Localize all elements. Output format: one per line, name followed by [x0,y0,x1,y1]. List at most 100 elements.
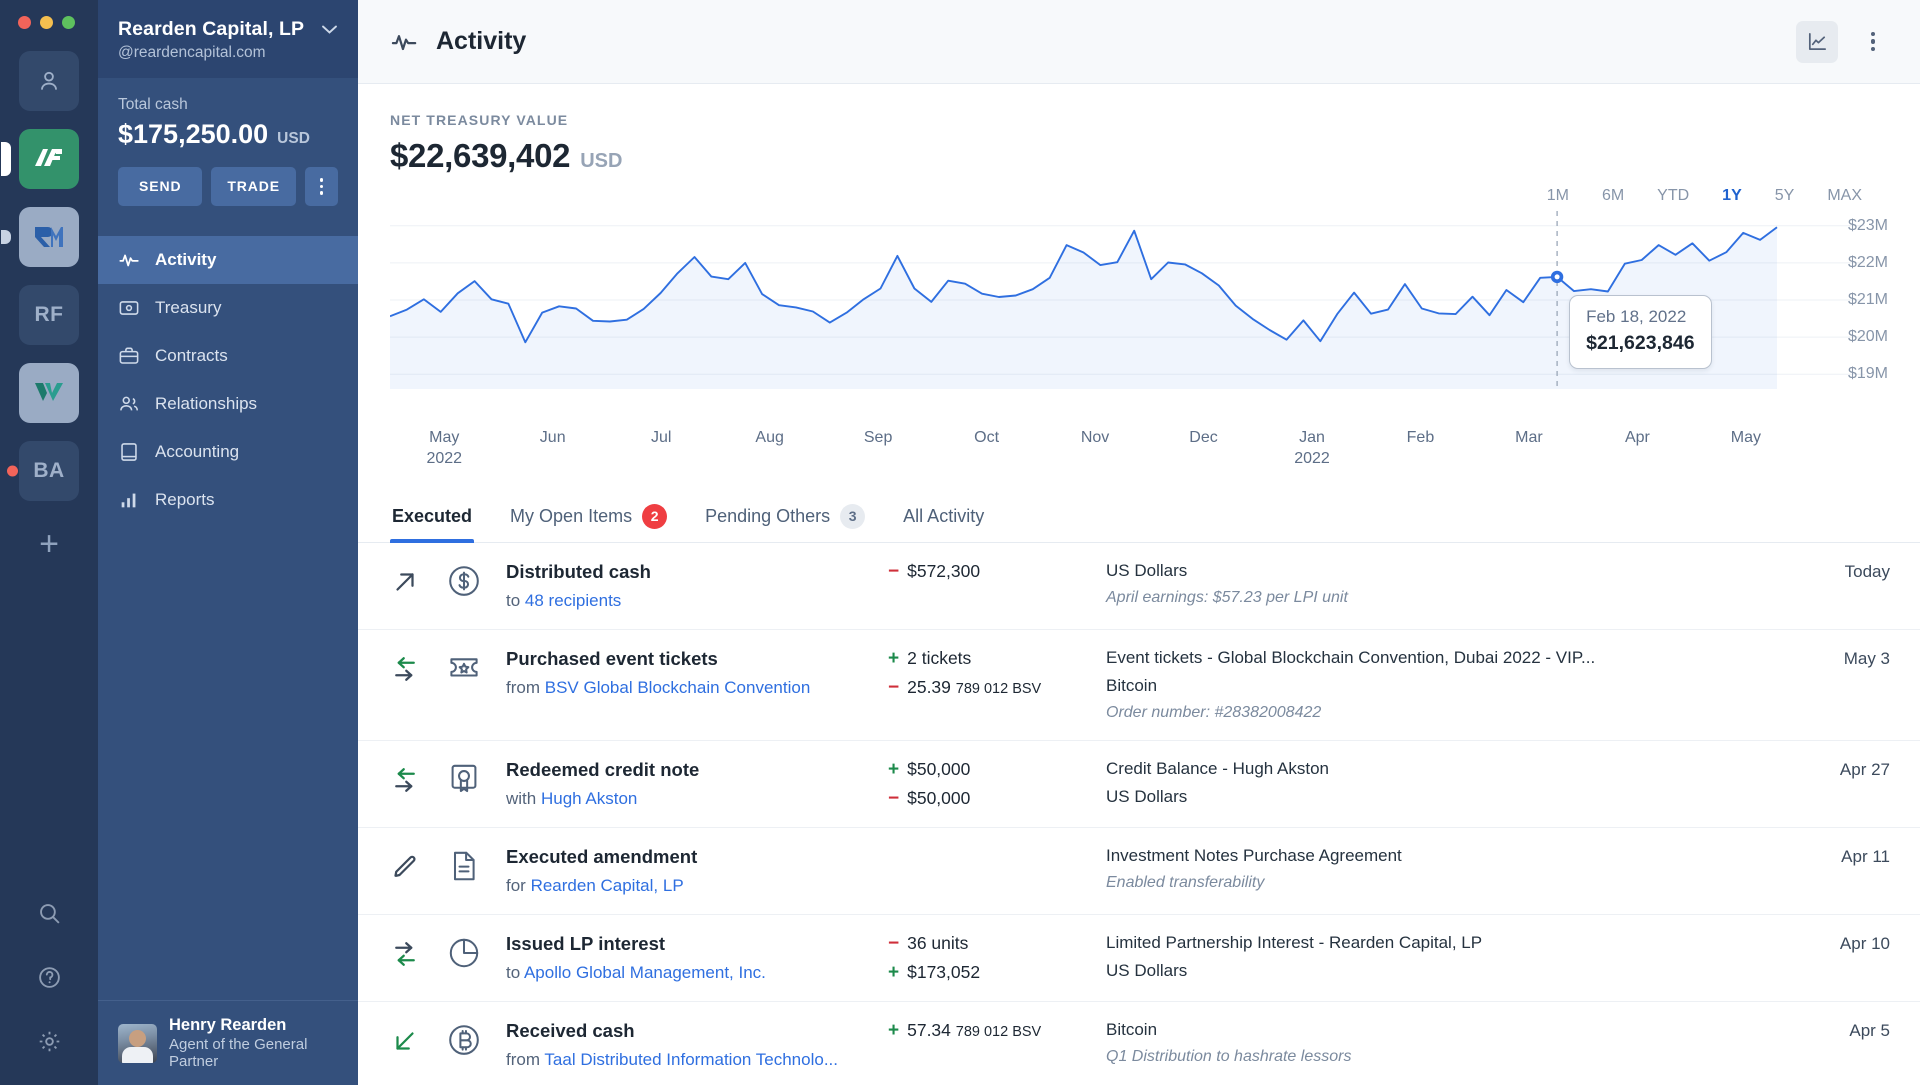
amount-value: $572,300 [907,560,981,581]
table-row[interactable]: Issued LP interest to Apollo Global Mana… [358,915,1920,1002]
row-type [446,648,506,691]
row-asset: Event tickets - Global Blockchain Conven… [1106,647,1596,667]
arrows-left-right-icon [395,656,415,681]
y-tick-label: $21M [1847,291,1888,308]
chevron-down-icon[interactable] [321,18,338,39]
search-icon[interactable] [37,901,62,931]
row-subtitle: from BSV Global Blockchain Convention [506,677,811,697]
sidebar-item-treasury[interactable]: Treasury [98,284,358,332]
row-counterparty-link[interactable]: Rearden Capital, LP [531,876,684,895]
treasury-line-chart[interactable]: $23M $22M $21M $20M $19M Feb 18, 2022 $21,62… [390,211,1888,426]
row-asset: US Dollars [1106,960,1188,980]
row-asset: Limited Partnership Interest - Rearden C… [1106,932,1483,952]
range-ytd[interactable]: YTD [1657,187,1689,205]
amount-sign: + [888,961,900,983]
row-amount: − 36 units [888,933,1106,954]
row-counterparty-link[interactable]: Apollo Global Management, Inc. [524,963,766,982]
amount-value: $50,000 [907,758,971,779]
row-asset: Investment Notes Purchase Agreement [1106,845,1402,865]
x-tick-label: Nov [1080,429,1110,446]
sidebar-item-label: Relationships [155,393,258,413]
help-icon[interactable] [37,965,62,995]
total-cash-currency: USD [277,130,310,147]
workspace-rf[interactable]: RF [19,285,79,345]
tab-pending-others[interactable]: Pending Others 3 [703,490,867,542]
main-content: Activity NET TREASURY VALUE $22,639,402 … [358,0,1920,1085]
range-1y[interactable]: 1Y [1722,187,1742,205]
row-counterparty-link[interactable]: BSV Global Blockchain Convention [545,678,811,697]
avatar [118,1023,157,1063]
page-more-options-button[interactable] [1852,21,1894,63]
row-description: Issued LP interest to Apollo Global Mana… [506,933,888,983]
row-note: Enabled transferability [1106,873,1265,891]
workspace-rm[interactable] [1,207,79,267]
sidebar-item-accounting[interactable]: Accounting [98,428,358,476]
rearden-capital-logo-icon [35,149,62,166]
range-5y[interactable]: 5Y [1775,187,1795,205]
row-subtitle: to 48 recipients [506,590,622,610]
row-counterparty-link[interactable]: Taal Distributed Information Technolo... [544,1050,838,1069]
sidebar-item-label: Treasury [155,297,222,317]
add-workspace-button[interactable]: + [39,527,59,561]
row-direction [390,561,446,602]
send-button[interactable]: SEND [118,167,203,206]
dollar-circle-icon [449,565,479,596]
active-workspace-indicator [1,142,11,176]
close-window-button[interactable] [18,16,31,29]
row-type [446,759,506,802]
amount-sign: − [888,932,900,954]
minimize-window-button[interactable] [40,16,53,29]
sidebar-item-reports[interactable]: Reports [98,476,358,524]
sidebar-item-contracts[interactable]: Contracts [98,332,358,380]
workspace-ba-label: BA [33,459,65,482]
tab-my-open-items[interactable]: My Open Items 2 [508,490,669,542]
workspace-user-profile[interactable] [19,51,79,111]
workspace-rearden-capital[interactable] [1,129,79,189]
row-note: Q1 Distribution to hashrate lessors [1106,1047,1352,1065]
x-tick-label: Jun [539,429,566,446]
y-tick-label: $23M [1847,216,1888,234]
table-row[interactable]: Purchased event tickets from BSV Global … [358,630,1920,741]
tab-executed[interactable]: Executed [390,490,475,543]
arrows-left-right-icon [395,767,415,792]
row-note: April earnings: $57.23 per LPI unit [1106,588,1348,606]
bitcoin-icon [449,1024,479,1055]
tab-all-activity[interactable]: All Activity [901,490,986,542]
table-row[interactable]: Executed amendment for Rearden Capital, … [358,828,1920,915]
range-6m[interactable]: 6M [1602,187,1624,205]
rm-logo-icon [35,227,63,247]
activity-list: Distributed cash to 48 recipients − $572… [358,543,1920,1085]
row-counterparty-link[interactable]: 48 recipients [525,591,621,610]
table-row[interactable]: Distributed cash to 48 recipients − $572… [358,543,1920,630]
arrow-down-left-icon [396,1031,414,1050]
settings-icon[interactable] [37,1029,62,1059]
table-row[interactable]: Redeemed credit note with Hugh Akston + … [358,741,1920,828]
sidebar-nav: Activity Treasury Contracts Relationship… [98,228,358,524]
maximize-window-button[interactable] [62,16,75,29]
cash-more-options-button[interactable] [304,167,338,206]
workspace-w[interactable] [19,363,79,423]
sidebar-item-activity[interactable]: Activity [98,235,358,284]
row-subtitle: for Rearden Capital, LP [506,875,684,895]
org-name: Rearden Capital, LP [118,18,305,40]
x-tick-label: Apr [1624,429,1650,446]
row-counterparty-link[interactable]: Hugh Akston [541,789,637,808]
row-assets: US Dollars April earnings: $57.23 per LPI… [1106,561,1804,607]
row-title: Redeemed credit note [506,758,700,780]
row-description: Executed amendment for Rearden Capital, … [506,846,888,896]
amount-sign: + [888,758,900,780]
row-amounts: + 2 tickets − 25.39 789 012 BSV [888,648,1106,698]
sidebar-item-relationships[interactable]: Relationships [98,380,358,428]
row-date: Today [1844,561,1890,581]
row-type [446,933,506,976]
range-1m[interactable]: 1M [1547,187,1569,205]
row-direction [390,648,446,689]
range-max[interactable]: MAX [1827,187,1862,205]
table-row[interactable]: Received cash from Taal Distributed Info… [358,1002,1920,1085]
user-profile-row[interactable]: Henry Rearden Agent of the General Partn… [98,1000,358,1085]
workspace-ba[interactable]: BA [7,441,79,501]
amount-value: $173,052 [907,961,981,982]
row-title: Purchased event tickets [506,647,718,669]
chart-toggle-button[interactable] [1796,20,1838,63]
trade-button[interactable]: TRADE [211,167,296,206]
